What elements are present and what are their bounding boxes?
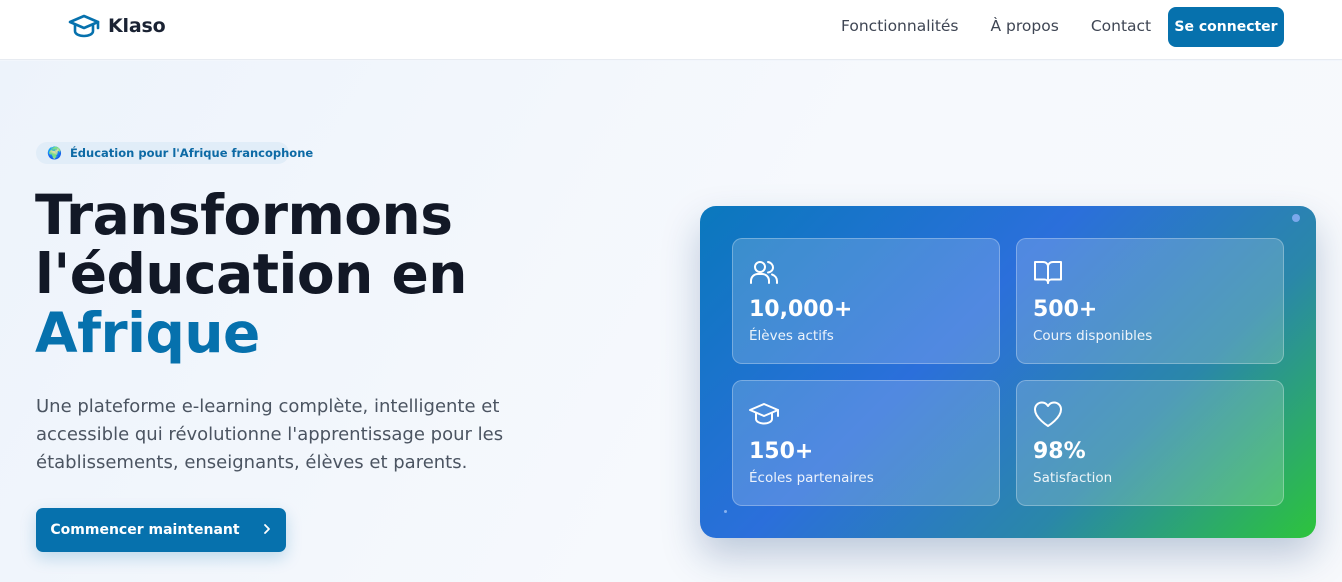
decorative-dot xyxy=(724,510,727,513)
decorative-dot xyxy=(1292,214,1300,222)
stat-label: Cours disponibles xyxy=(1033,328,1153,344)
stat-label: Écoles partenaires xyxy=(749,470,874,486)
region-badge: 🌍 Éducation pour l'Afrique francophone xyxy=(36,142,313,164)
stat-students: 10,000+ Élèves actifs xyxy=(732,238,1000,364)
heart-icon xyxy=(1034,401,1062,427)
stat-value: 500+ xyxy=(1033,297,1098,322)
stat-satisfaction: 98% Satisfaction xyxy=(1016,380,1284,506)
stat-label: Élèves actifs xyxy=(749,328,834,344)
book-open-icon xyxy=(1034,261,1062,284)
nav-links: Fonctionnalités À propos Contact xyxy=(841,17,1151,35)
hero-title-line-1: Transformons xyxy=(35,183,453,247)
stats-card: 10,000+ Élèves actifs 500+ Cours disponi… xyxy=(700,206,1316,538)
graduation-cap-icon xyxy=(68,14,100,38)
stat-value: 10,000+ xyxy=(749,297,853,322)
nav-link-about[interactable]: À propos xyxy=(991,17,1059,35)
stat-courses: 500+ Cours disponibles xyxy=(1016,238,1284,364)
hero-subtitle: Une plateforme e-learning complète, inte… xyxy=(36,396,504,473)
top-navbar: Klaso Fonctionnalités À propos Contact S… xyxy=(0,0,1342,60)
stat-label: Satisfaction xyxy=(1033,470,1113,486)
stat-value: 150+ xyxy=(749,439,814,464)
hero-title-accent: Afrique xyxy=(35,301,260,365)
nav-link-features[interactable]: Fonctionnalités xyxy=(841,17,959,35)
stat-schools: 150+ Écoles partenaires xyxy=(732,380,1000,506)
hero-title-line-2: l'éducation en xyxy=(35,242,467,306)
get-started-label: Commencer maintenant xyxy=(50,522,240,538)
graduation-cap-icon xyxy=(749,403,779,425)
globe-icon: 🌍 xyxy=(47,146,62,160)
nav-link-contact[interactable]: Contact xyxy=(1091,17,1151,35)
get-started-button[interactable]: Commencer maintenant xyxy=(36,508,286,552)
chevron-right-icon xyxy=(262,522,272,538)
stat-value: 98% xyxy=(1033,439,1086,464)
brand-logo[interactable]: Klaso xyxy=(68,13,166,39)
users-icon xyxy=(750,261,778,284)
badge-label: Éducation pour l'Afrique francophone xyxy=(69,146,314,160)
brand-name: Klaso xyxy=(108,15,166,37)
hero-title: Transformons l'éducation en Afrique xyxy=(35,186,655,363)
login-button[interactable]: Se connecter xyxy=(1168,7,1284,47)
